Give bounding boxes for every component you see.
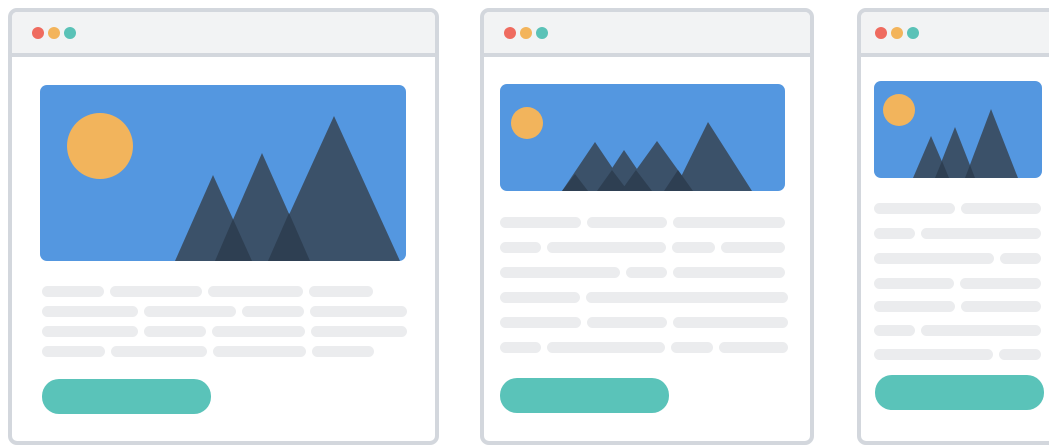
text-placeholder-line (213, 346, 306, 357)
minimize-dot[interactable] (520, 27, 532, 39)
text-placeholder-line (671, 342, 713, 353)
text-placeholder-line (309, 286, 373, 297)
text-placeholder-line (673, 317, 788, 328)
text-placeholder-line (111, 346, 207, 357)
text-placeholder-line (961, 301, 1041, 312)
text-placeholder-line (960, 278, 1041, 289)
text-placeholder-line (500, 292, 580, 303)
text-placeholder-line (874, 349, 993, 360)
text-placeholder-line (586, 292, 788, 303)
window-titlebar (484, 12, 810, 57)
text-placeholder-line (42, 326, 138, 337)
text-placeholder-line (874, 253, 994, 264)
maximize-dot[interactable] (64, 27, 76, 39)
text-placeholder-line (626, 267, 667, 278)
text-placeholder-line (500, 317, 581, 328)
text-placeholder-line (500, 242, 541, 253)
text-placeholder-line (921, 325, 1041, 336)
cta-button[interactable] (500, 378, 669, 413)
landscape-illustration (874, 81, 1042, 178)
text-placeholder-line (500, 217, 581, 228)
text-placeholder-line (921, 228, 1041, 239)
close-dot[interactable] (32, 27, 44, 39)
text-placeholder-line (311, 326, 407, 337)
text-placeholder-line (42, 346, 105, 357)
sun-icon (883, 94, 915, 126)
text-placeholder-line (999, 349, 1041, 360)
hero-image (500, 84, 785, 191)
hero-image (40, 85, 406, 261)
maximize-dot[interactable] (536, 27, 548, 39)
text-placeholder-line (310, 306, 407, 317)
text-placeholder-line (961, 203, 1041, 214)
maximize-dot[interactable] (907, 27, 919, 39)
text-placeholder-line (874, 325, 915, 336)
text-placeholder-line (242, 306, 304, 317)
cta-button[interactable] (42, 379, 211, 414)
text-placeholder-line (721, 242, 785, 253)
text-placeholder-line (312, 346, 374, 357)
close-dot[interactable] (504, 27, 516, 39)
text-placeholder-line (673, 267, 785, 278)
text-placeholder-line (587, 217, 667, 228)
text-placeholder-line (673, 217, 785, 228)
text-placeholder-line (547, 242, 666, 253)
window-titlebar (861, 12, 1049, 57)
text-placeholder-line (500, 342, 541, 353)
text-placeholder-line (874, 301, 955, 312)
text-placeholder-line (1000, 253, 1041, 264)
cta-button[interactable] (875, 375, 1044, 410)
text-placeholder-line (110, 286, 202, 297)
text-placeholder-line (42, 286, 104, 297)
text-placeholder-line (144, 326, 206, 337)
minimize-dot[interactable] (48, 27, 60, 39)
sun-icon (67, 113, 133, 179)
sun-icon (511, 107, 543, 139)
text-placeholder-line (874, 228, 915, 239)
browser-mockup-large (8, 8, 439, 445)
text-placeholder-line (212, 326, 305, 337)
close-dot[interactable] (875, 27, 887, 39)
text-placeholder-line (719, 342, 788, 353)
minimize-dot[interactable] (891, 27, 903, 39)
text-placeholder-line (42, 306, 138, 317)
text-placeholder-line (587, 317, 667, 328)
landscape-illustration (500, 84, 785, 191)
hero-image (874, 81, 1042, 178)
text-placeholder-line (208, 286, 303, 297)
text-placeholder-line (874, 203, 955, 214)
text-placeholder-line (500, 267, 620, 278)
text-placeholder-line (547, 342, 665, 353)
text-placeholder-line (672, 242, 715, 253)
text-placeholder-line (874, 278, 954, 289)
browser-mockup-small (857, 8, 1049, 445)
landscape-illustration (40, 85, 406, 261)
window-titlebar (12, 12, 435, 57)
text-placeholder-line (144, 306, 236, 317)
browser-mockup-medium (480, 8, 814, 445)
